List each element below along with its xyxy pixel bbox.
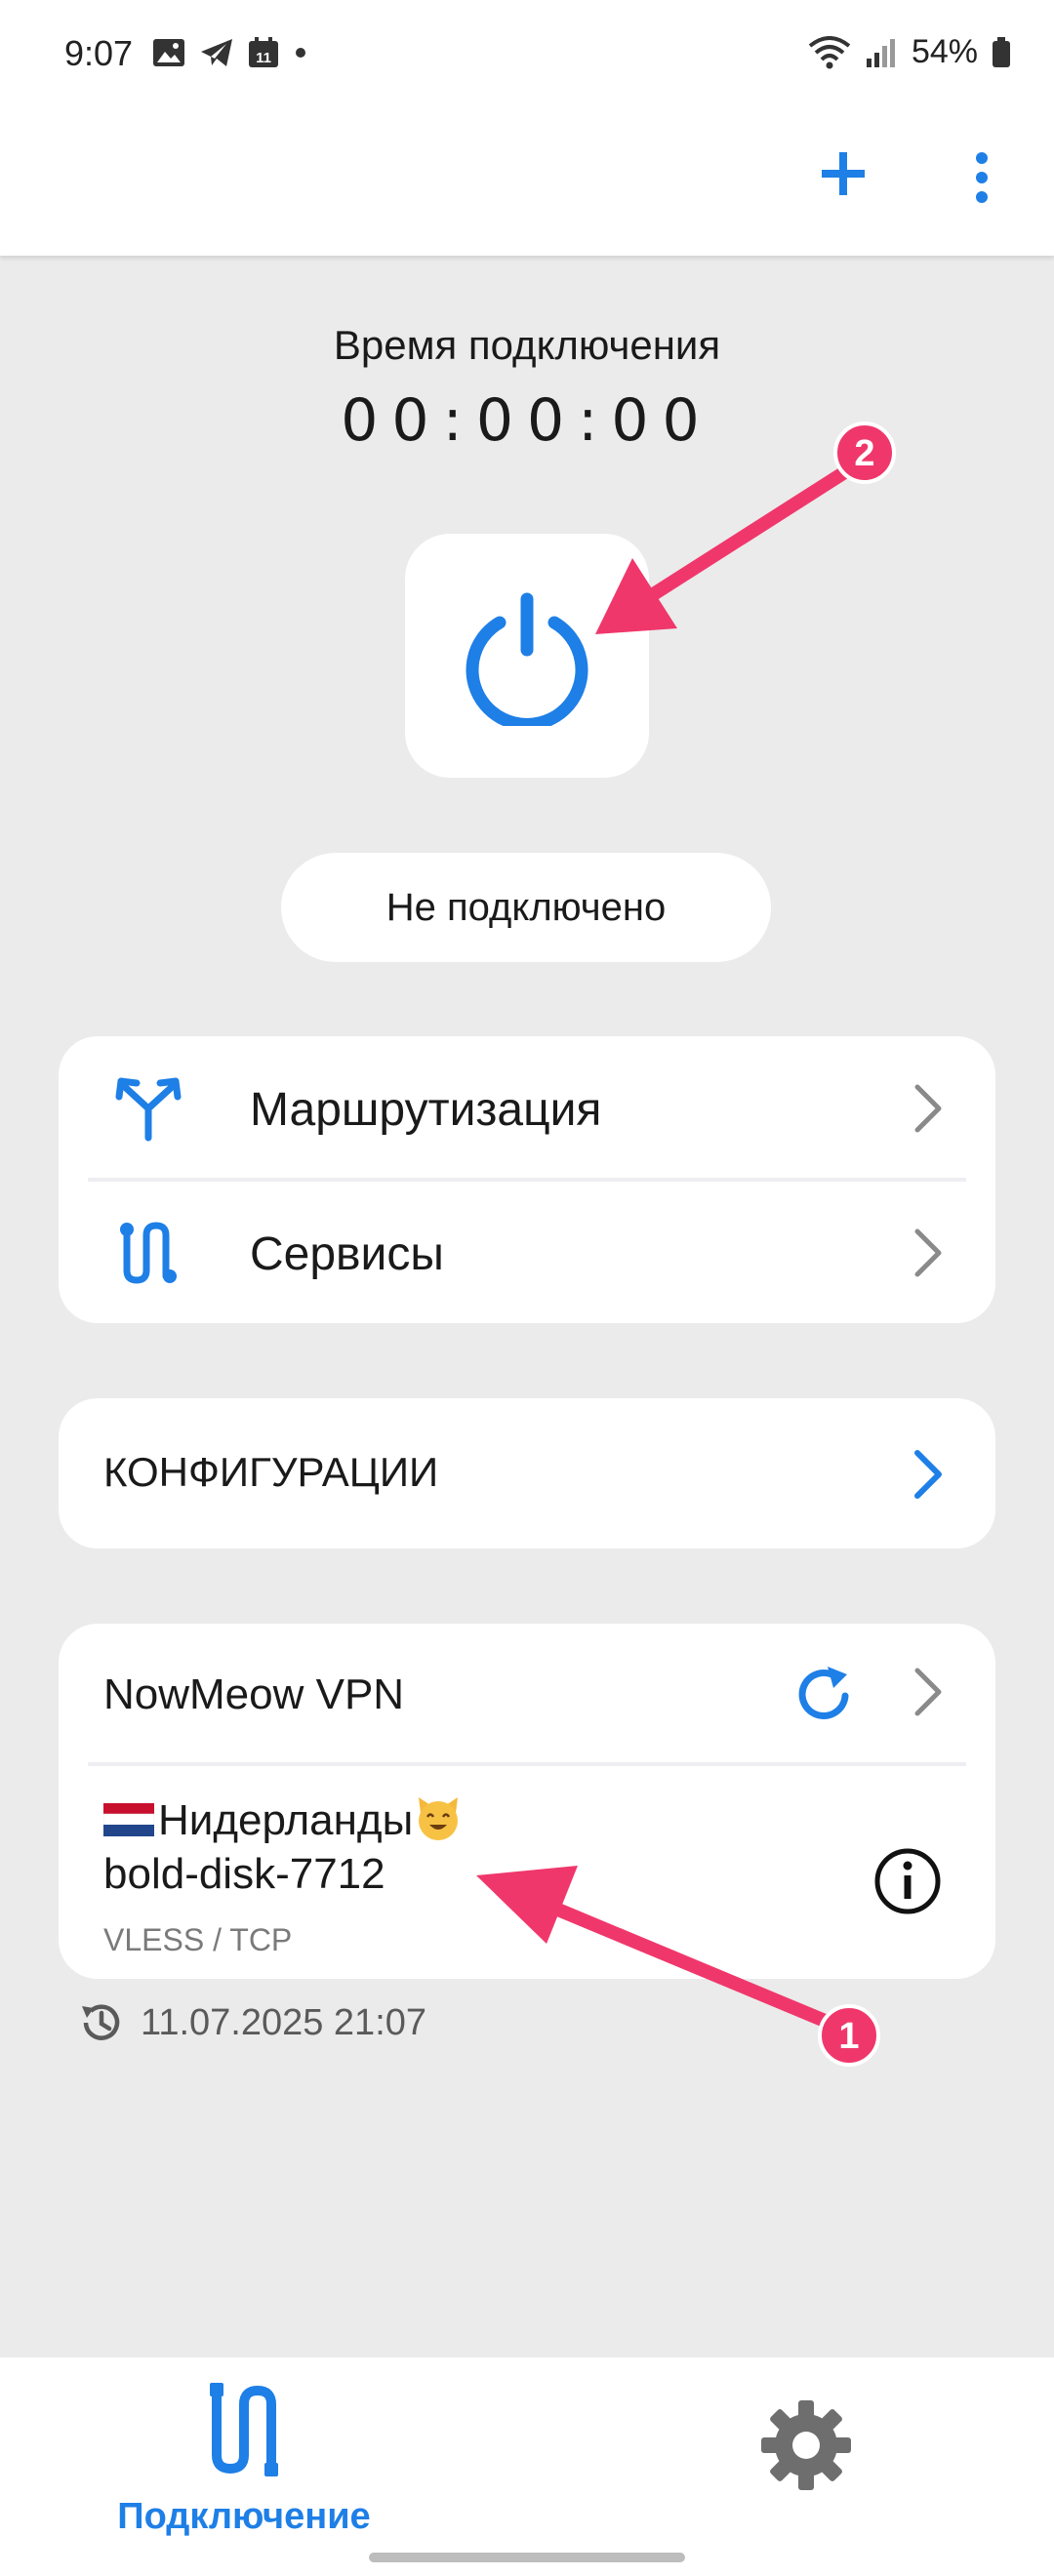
connection-icon [210,2383,278,2476]
wifi-icon [808,35,851,68]
history-icon [82,2004,120,2040]
home-indicator [369,2553,685,2562]
battery-percent: 54% [911,33,978,70]
netherlands-flag-icon [103,1803,154,1836]
tab-connection[interactable]: Подключение [98,2381,390,2547]
power-icon [466,592,588,726]
gear-icon[interactable] [757,2396,855,2494]
info-icon[interactable] [872,1846,943,1916]
divider [88,1762,966,1766]
server-id[interactable]: bold-disk-7712 [103,1850,385,1899]
last-updated-text: 11.07.2025 21:07 [141,2001,427,2043]
more-vert-icon[interactable] [962,146,1001,209]
connection-status-badge: Не подключено [281,853,771,962]
menu-item-routing[interactable]: Маршрутизация [59,1036,995,1180]
menu-item-services[interactable]: Сервисы [59,1181,995,1324]
tab-connection-label: Подключение [117,2496,371,2537]
server-country: Нидерланды [158,1796,414,1844]
telegram-icon [201,39,232,66]
dot-icon [296,48,305,58]
configurations-label: КОНФИГУРАЦИИ [103,1449,439,1495]
power-button[interactable] [405,534,649,778]
profile-name[interactable]: NowMeow VPN [103,1670,404,1719]
chevron-right-icon [914,1228,942,1277]
chevron-right-icon [914,1450,942,1499]
chevron-right-icon[interactable] [912,1667,943,1717]
image-icon [153,39,184,66]
services-icon [120,1222,177,1284]
menu-item-label: Сервисы [250,1228,444,1280]
configurations-card[interactable]: КОНФИГУРАЦИИ [59,1398,995,1549]
menu-card: Маршрутизация Сервисы [59,1036,995,1323]
server-protocol: VLESS / TCP [103,1922,293,1957]
annotation-badge-1-text: 1 [838,2016,859,2057]
app-bar [0,107,1054,256]
calendar-day: 11 [256,50,271,66]
calendar-icon: 11 [249,37,278,67]
menu-item-label: Маршрутизация [250,1084,602,1136]
chevron-right-icon [914,1084,942,1133]
battery-icon [993,36,1010,67]
signal-icon [866,38,895,67]
status-bar: 9:07 11 54% [0,0,1054,107]
smiling-cat-icon [419,1797,459,1840]
profile-card: NowMeow VPN Нидерланды bold-disk-7712 VL… [59,1624,995,1979]
server-title[interactable]: Нидерланды [103,1791,464,1845]
status-time: 9:07 [64,33,134,73]
connection-timer: 00:00:00 [341,386,713,455]
refresh-icon[interactable] [792,1663,855,1725]
bottom-navigation: Подключение [0,2357,1054,2576]
last-updated: 11.07.2025 21:07 [78,2000,426,2045]
plus-icon[interactable] [812,142,874,205]
connection-time-label: Время подключения [333,322,721,368]
routing-icon [115,1077,182,1142]
annotation-badge-1: 1 [818,2004,880,2067]
